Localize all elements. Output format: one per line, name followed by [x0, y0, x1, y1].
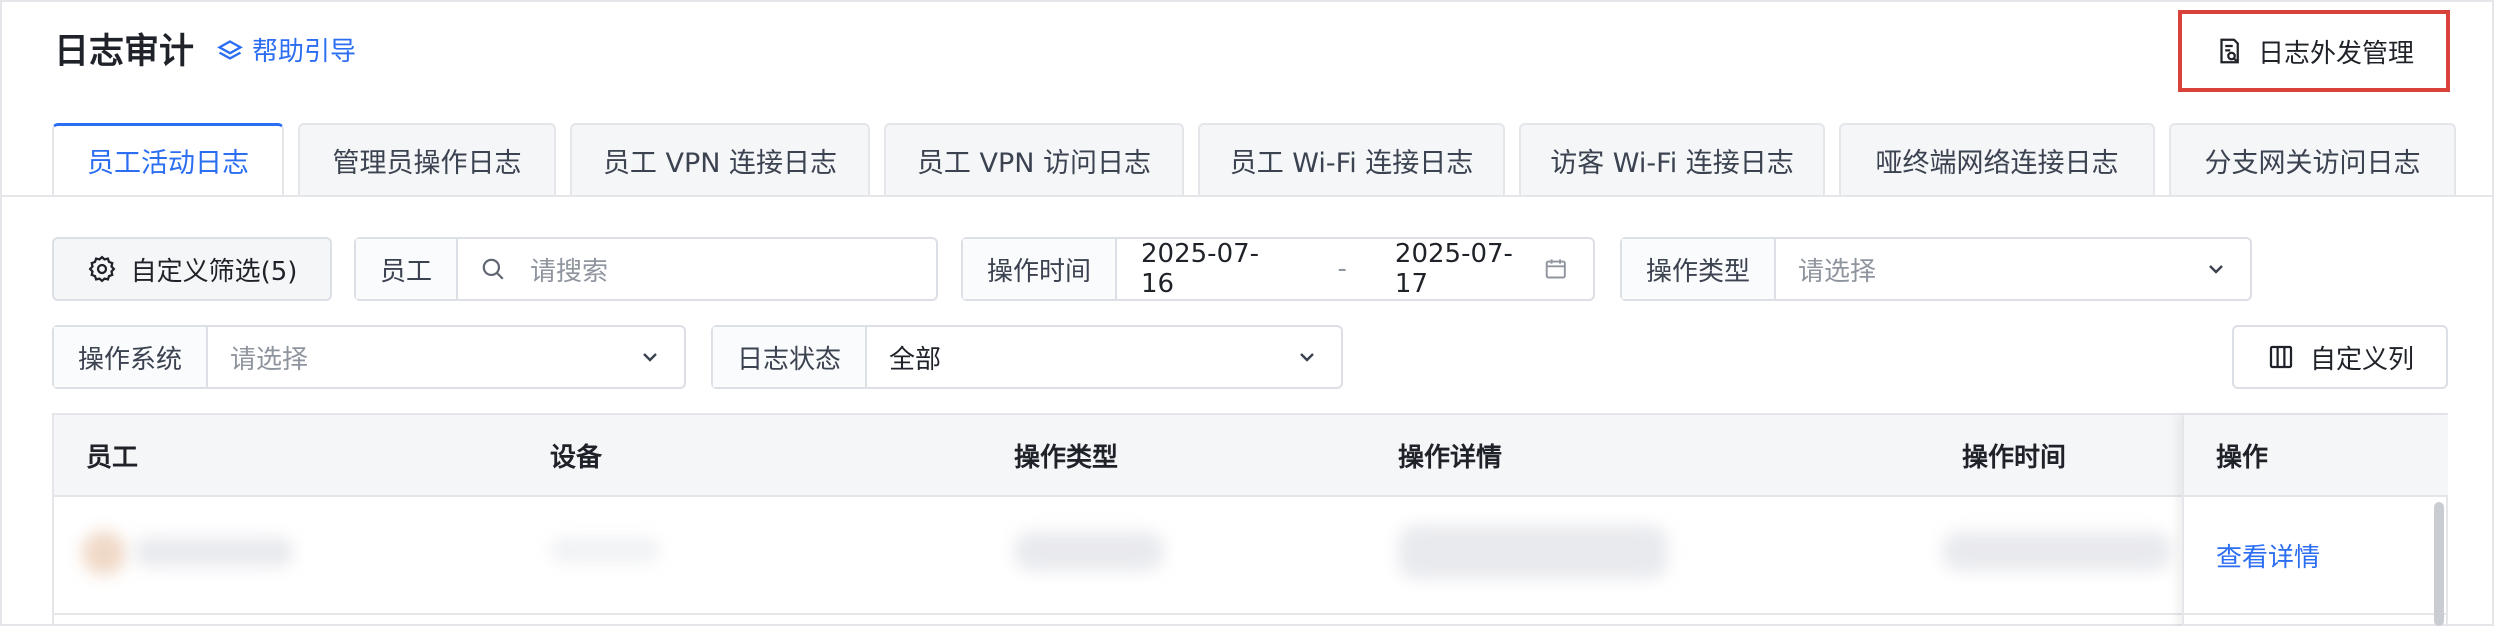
column-header-operation-time: 操作时间	[1962, 442, 2067, 473]
tab-employee-activity-log[interactable]: 员工活动日志	[52, 123, 284, 195]
tab-employee-wifi-connection-log[interactable]: 员工 Wi-Fi 连接日志	[1198, 123, 1505, 195]
chevron-down-icon	[643, 353, 657, 362]
tab-employee-vpn-access-log[interactable]: 员工 VPN 访问日志	[884, 123, 1184, 195]
help-guide-label: 帮助引导	[252, 37, 357, 67]
custom-filter-button[interactable]: 自定义筛选(5)	[52, 237, 332, 301]
employee-search-placeholder: 请搜索	[530, 256, 609, 287]
operation-time-field: 操作时间 2025-07-16 - 2025-07-17	[961, 237, 1595, 301]
log-export-management-label: 日志外发管理	[2257, 38, 2414, 69]
start-date[interactable]: 2025-07-16	[1141, 239, 1290, 299]
tab-guest-wifi-connection-log[interactable]: 访客 Wi-Fi 连接日志	[1519, 123, 1825, 195]
gear-icon	[88, 255, 116, 283]
employee-search-input[interactable]: 请搜索	[458, 239, 936, 299]
tab-branch-gateway-access-log[interactable]: 分支网关访问日志	[2169, 123, 2456, 195]
page-title: 日志审计	[54, 32, 195, 72]
redacted-operation-type	[1014, 531, 1164, 571]
activity-log-table: 员工 设备 操作类型 操作详情 操作时间 操作 查看详情	[52, 413, 2448, 626]
operation-type-label: 操作类型	[1622, 239, 1777, 299]
redacted-device	[550, 537, 660, 563]
search-icon	[482, 258, 504, 280]
column-header-employee: 员工	[86, 442, 139, 473]
view-details-link[interactable]: 查看详情	[2216, 537, 2320, 574]
operation-type-placeholder: 请选择	[1798, 256, 1877, 287]
redacted-employee-avatar	[82, 531, 126, 575]
column-header-operation-detail: 操作详情	[1398, 442, 1503, 473]
table-header: 员工 设备 操作类型 操作详情 操作时间	[54, 415, 2446, 497]
date-range-picker[interactable]: 2025-07-16 - 2025-07-17	[1117, 239, 1593, 299]
help-guide-link[interactable]: 帮助引导	[216, 34, 356, 70]
table-vertical-scrollbar[interactable]	[2434, 502, 2444, 626]
log-export-management-button[interactable]: 日志外发管理	[2178, 10, 2450, 92]
end-date[interactable]: 2025-07-17	[1395, 239, 1544, 299]
calendar-icon	[1546, 259, 1567, 279]
operating-system-placeholder: 请选择	[230, 344, 309, 375]
redacted-operation-detail	[1398, 525, 1668, 579]
table-row	[54, 497, 2446, 615]
action-column: 操作 查看详情	[2182, 415, 2448, 626]
document-search-icon	[2220, 38, 2239, 64]
columns-icon	[2269, 345, 2293, 369]
tab-dumb-terminal-connection-log[interactable]: 哑终端网络连接日志	[1839, 123, 2155, 195]
custom-columns-button[interactable]: 自定义列	[2232, 325, 2448, 389]
tabs-divider	[0, 195, 2494, 197]
chevron-down-icon	[2209, 265, 2223, 274]
employee-search-field: 员工 请搜索	[354, 237, 938, 301]
chevron-down-icon	[1300, 353, 1314, 362]
log-status-value: 全部	[889, 344, 942, 375]
column-header-operation-type: 操作类型	[1014, 442, 1119, 473]
log-type-tabs: 员工活动日志 管理员操作日志 员工 VPN 连接日志 员工 VPN 访问日志 员…	[52, 123, 2456, 195]
redacted-operation-time	[1942, 531, 2172, 571]
custom-filter-label: 自定义筛选(5)	[130, 256, 298, 287]
redacted-employee-name	[134, 537, 294, 567]
operating-system-label: 操作系统	[54, 327, 209, 387]
operation-time-label: 操作时间	[963, 239, 1118, 299]
layers-icon	[217, 40, 243, 60]
log-status-label: 日志状态	[713, 327, 868, 387]
custom-columns-label: 自定义列	[2309, 344, 2414, 375]
log-status-select[interactable]: 日志状态 全部	[711, 325, 1343, 389]
column-header-action: 操作	[2216, 442, 2269, 473]
operating-system-select[interactable]: 操作系统 请选择	[52, 325, 686, 389]
tab-admin-operation-log[interactable]: 管理员操作日志	[298, 123, 556, 195]
tab-employee-vpn-connection-log[interactable]: 员工 VPN 连接日志	[570, 123, 870, 195]
column-header-device: 设备	[550, 442, 603, 473]
employee-label: 员工	[356, 239, 459, 299]
date-separator: -	[1337, 254, 1347, 284]
operation-type-select[interactable]: 操作类型 请选择	[1620, 237, 2252, 301]
